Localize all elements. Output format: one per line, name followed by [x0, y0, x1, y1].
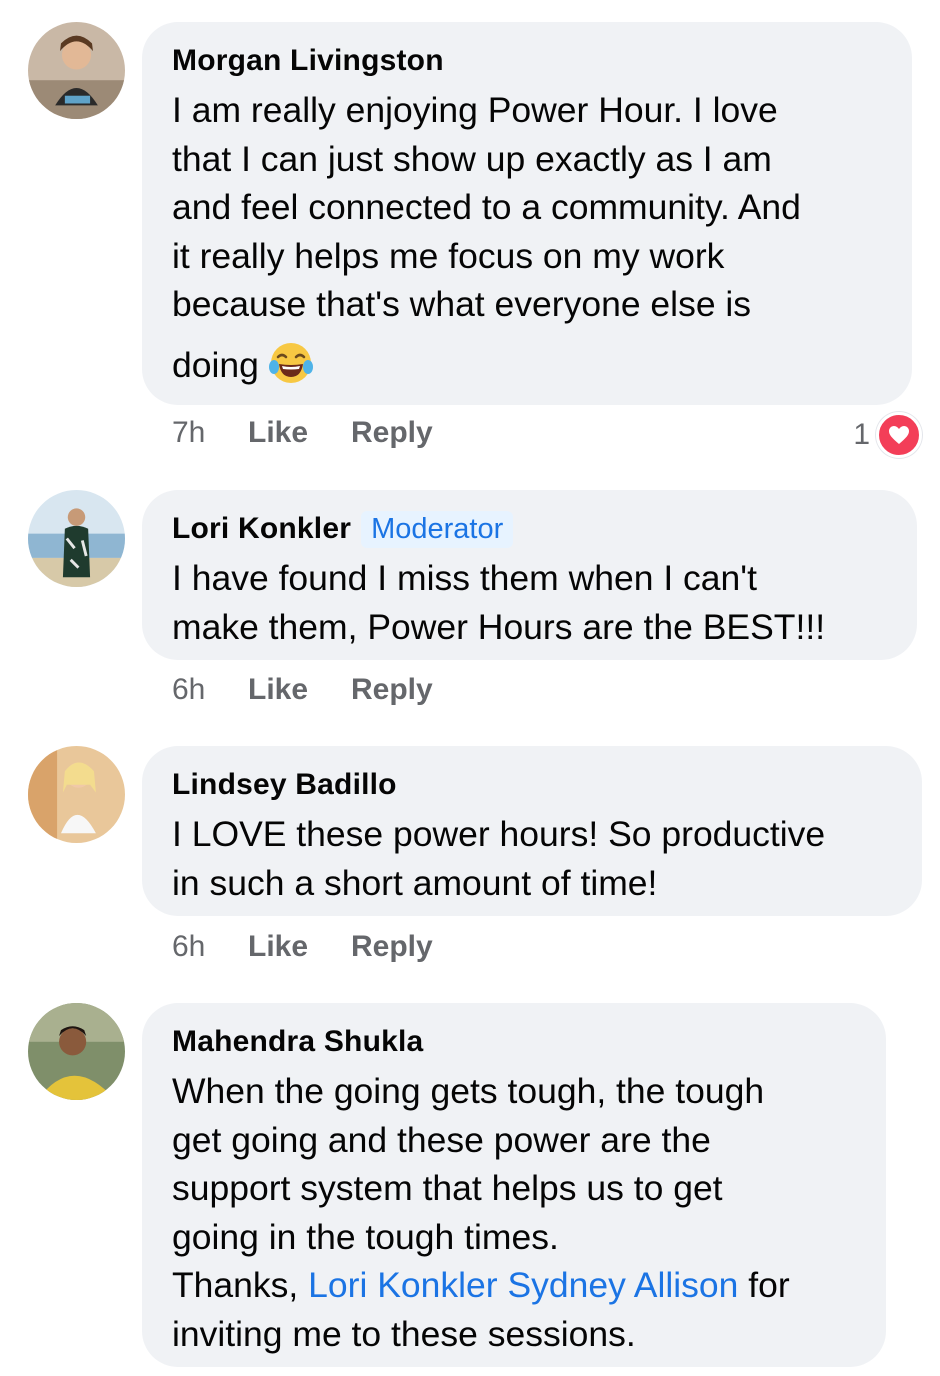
comment-bubble: Lindsey Badillo I LOVE these power hours…	[142, 746, 922, 916]
comment-text-line: make them, Power Hours are the BEST!!!	[172, 606, 826, 647]
comment-text-fragment: for	[738, 1265, 790, 1305]
tears-of-joy-emoji-icon	[267, 339, 315, 387]
comment-bubble: Lori Konkler Moderator I have found I mi…	[142, 490, 917, 660]
comment-text-line: inviting me to these sessions.	[172, 1313, 636, 1354]
like-button[interactable]: Like	[248, 673, 351, 707]
comment-text-line-last: doing	[172, 339, 882, 390]
avatar[interactable]	[28, 22, 125, 119]
comment-actions: 6h Like Reply	[172, 930, 433, 964]
reply-button[interactable]: Reply	[351, 673, 433, 707]
comment-text-line: in such a short amount of time!	[172, 862, 658, 903]
comment-text-fragment	[498, 1265, 508, 1305]
comment-text-line: I have found I miss them when I can't	[172, 558, 757, 598]
comment-text-line: I LOVE these power hours! So productive	[172, 814, 826, 854]
comment-timestamp[interactable]: 6h	[172, 673, 248, 707]
comment-text-fragment: Thanks,	[172, 1265, 309, 1305]
comment-text-fragment: doing	[172, 344, 259, 385]
comment-author[interactable]: Lori Konkler	[172, 512, 351, 546]
comment-text-line: When the going gets tough, the tough	[172, 1071, 765, 1111]
reaction-summary[interactable]: 1	[853, 412, 922, 458]
comment-text: I have found I miss them when I can't ma…	[172, 554, 887, 651]
comment-text-line: and feel connected to a community. And	[172, 187, 801, 227]
comment-author[interactable]: Morgan Livingston	[172, 44, 444, 78]
avatar[interactable]	[28, 746, 125, 843]
mention-lori-konkler[interactable]: Lori Konkler	[308, 1265, 497, 1305]
comment-text: I am really enjoying Power Hour. I love …	[172, 86, 882, 389]
avatar[interactable]	[28, 490, 125, 587]
comment-text-line: because that's what everyone else is	[172, 284, 752, 324]
reaction-count: 1	[853, 418, 870, 451]
comment-author[interactable]: Mahendra Shukla	[172, 1025, 423, 1059]
avatar[interactable]	[28, 1003, 125, 1100]
comment-bubble: Mahendra Shukla When the going gets toug…	[142, 1003, 886, 1367]
comment-text-line: get going and these power are the	[172, 1119, 711, 1160]
avatar-morgan-icon	[28, 22, 125, 119]
avatar-mahendra-icon	[28, 1003, 125, 1100]
like-button[interactable]: Like	[248, 930, 351, 964]
comment-text-line: it really helps me focus on my work	[172, 235, 725, 276]
reply-button[interactable]: Reply	[351, 930, 433, 964]
comment-text-line: support system that helps us to get	[172, 1168, 723, 1208]
like-button[interactable]: Like	[248, 416, 351, 450]
avatar-lori-icon	[28, 490, 125, 587]
comment-actions: 7h Like Reply	[172, 416, 433, 450]
heart-icon	[876, 412, 922, 458]
mention-sydney-allison[interactable]: Sydney Allison	[507, 1265, 738, 1305]
comment-timestamp[interactable]: 7h	[172, 416, 248, 450]
comment-text-line: Thanks, Lori Konkler Sydney Allison for	[172, 1261, 856, 1310]
comment-timestamp[interactable]: 6h	[172, 930, 248, 964]
comment-text-line: that I can just show up exactly as I am	[172, 138, 772, 179]
comment-text-line: I am really enjoying Power Hour. I love	[172, 90, 778, 130]
avatar-lindsey-icon	[28, 746, 125, 843]
reply-button[interactable]: Reply	[351, 416, 433, 450]
comment-text: When the going gets tough, the tough get…	[172, 1067, 856, 1358]
moderator-badge: Moderator	[361, 510, 514, 548]
comment-author[interactable]: Lindsey Badillo	[172, 768, 397, 802]
comment-text-line: going in the tough times.	[172, 1216, 559, 1257]
comment-text: I LOVE these power hours! So productive …	[172, 810, 892, 907]
comment-bubble: Morgan Livingston I am really enjoying P…	[142, 22, 912, 405]
comment-actions: 6h Like Reply	[172, 673, 433, 707]
